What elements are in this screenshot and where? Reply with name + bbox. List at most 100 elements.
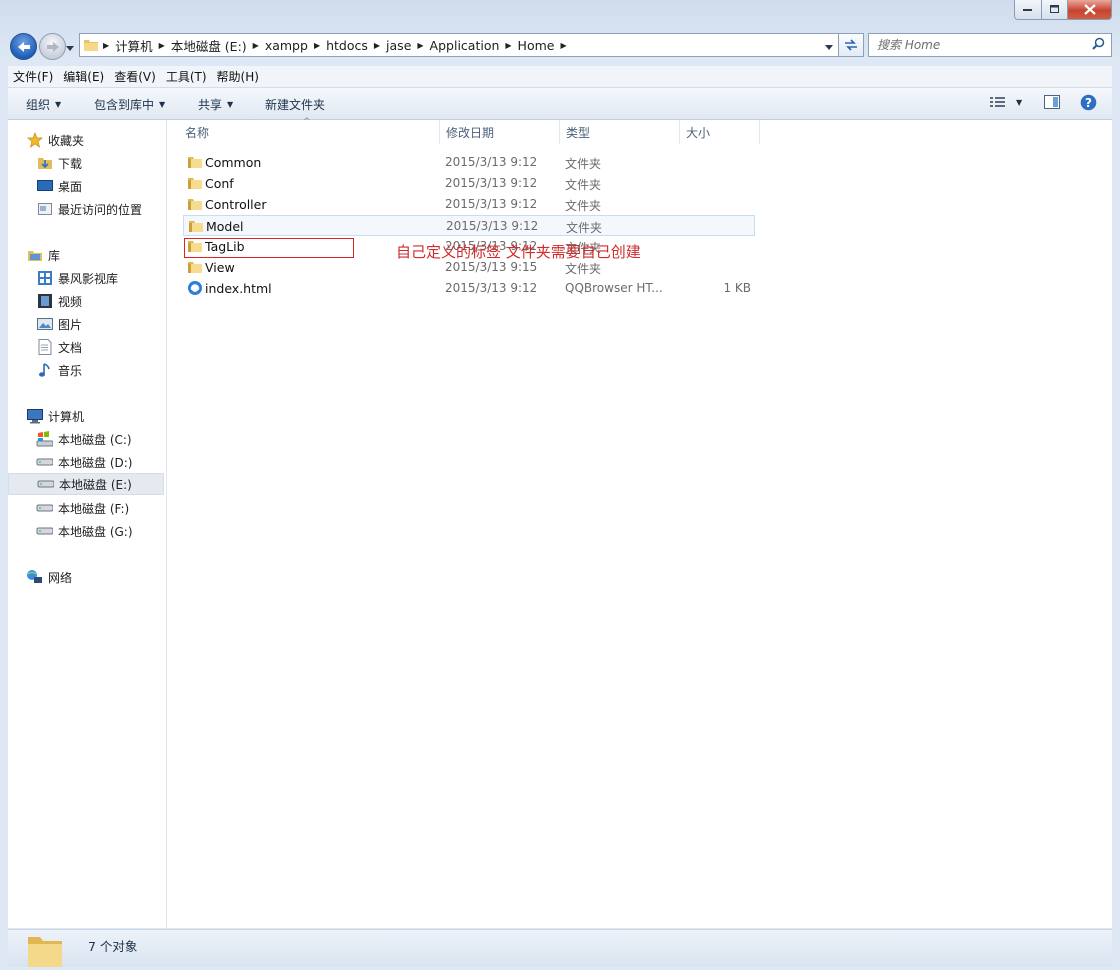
file-type: 文件夹 [565, 178, 602, 192]
search-box[interactable] [868, 33, 1112, 57]
breadcrumb-item[interactable]: 计算机 [111, 36, 157, 55]
folder-icon [83, 37, 99, 53]
breadcrumb-separator-icon[interactable]: ▶ [312, 41, 322, 50]
sidebar-item-label: 本地磁盘 (G:) [58, 524, 133, 539]
documents-icon [36, 339, 53, 355]
file-modified: 2015/3/13 9:12 [445, 197, 538, 211]
breadcrumb-separator-icon[interactable]: ▶ [503, 41, 513, 50]
status-bar: 7 个对象 [8, 929, 1112, 967]
breadcrumb-separator-icon[interactable]: ▶ [372, 41, 382, 50]
music-icon [36, 362, 53, 378]
forward-arrow-icon [46, 41, 59, 52]
sidebar-item-label: 本地磁盘 (D:) [58, 455, 133, 470]
close-icon [1083, 4, 1096, 15]
downloads-folder-icon [36, 155, 53, 171]
sidebar-item-downloads[interactable]: 下载 [36, 152, 82, 174]
column-modified-label: 修改日期 [446, 125, 495, 140]
menu-help[interactable]: 帮助(H) [212, 68, 264, 85]
breadcrumb-item[interactable]: Application [426, 38, 504, 53]
back-button[interactable] [10, 33, 37, 60]
folder-icon [187, 175, 203, 193]
breadcrumb-item[interactable]: htdocs [322, 38, 372, 53]
sidebar-libraries-label: 库 [48, 248, 61, 263]
view-options-button[interactable]: ▼ [990, 96, 1022, 109]
chevron-down-icon: ▼ [55, 100, 62, 109]
breadcrumb-item[interactable]: jase [382, 38, 415, 53]
sidebar-item-baofeng[interactable]: 暴风影视库 [36, 267, 118, 289]
menu-tools[interactable]: 工具(T) [161, 68, 212, 85]
sidebar-item-drive-d[interactable]: 本地磁盘 (D:) [36, 451, 132, 473]
refresh-button[interactable] [838, 33, 864, 57]
sidebar-item-drive-e[interactable]: 本地磁盘 (E:) [8, 473, 164, 495]
sidebar-computer-label: 计算机 [48, 409, 85, 424]
search-input[interactable] [877, 37, 1082, 53]
sidebar-item-videos[interactable]: 视频 [36, 290, 82, 312]
html-file-icon [187, 280, 203, 299]
include-library-button[interactable]: 包含到库中 ▼ [94, 96, 165, 113]
file-row[interactable]: Conf 2015/3/13 9:12 文件夹 [183, 173, 755, 194]
breadcrumb-item[interactable]: xampp [261, 38, 312, 53]
file-type: 文件夹 [565, 157, 602, 171]
maximize-button[interactable] [1042, 0, 1068, 20]
annotation-text: 自己定义的标签 文件夹需要自己创建 [396, 243, 641, 261]
close-button[interactable] [1068, 0, 1112, 20]
breadcrumb-separator-icon[interactable]: ▶ [415, 41, 425, 50]
new-folder-button[interactable]: 新建文件夹 [265, 96, 325, 113]
explorer-window: ▶ 计算机 ▶ 本地磁盘 (E:) ▶ xampp ▶ htdocs ▶ jase ▶ Applica… [0, 0, 1120, 967]
preview-pane-icon [1044, 95, 1060, 109]
file-name: index.html [205, 281, 272, 296]
address-bar[interactable]: ▶ 计算机 ▶ 本地磁盘 (E:) ▶ xampp ▶ htdocs ▶ jase ▶ Applica… [79, 33, 839, 57]
menu-edit[interactable]: 编辑(E) [58, 68, 109, 85]
caption-buttons [1014, 0, 1112, 20]
navigation-bar: ▶ 计算机 ▶ 本地磁盘 (E:) ▶ xampp ▶ htdocs ▶ jase ▶ Applica… [0, 29, 1120, 63]
menu-view[interactable]: 查看(V) [109, 68, 161, 85]
help-button[interactable]: ? [1080, 94, 1097, 111]
sort-ascending-icon: ^ [303, 117, 311, 127]
column-name-label: 名称 [185, 125, 210, 140]
column-header-size[interactable]: 大小 [680, 120, 760, 144]
recent-places-icon [36, 201, 53, 217]
breadcrumb-separator-icon[interactable]: ▶ [101, 41, 111, 50]
preview-pane-button[interactable] [1044, 95, 1061, 110]
sidebar-favorites-label: 收藏夹 [48, 133, 85, 148]
breadcrumb-separator-icon[interactable]: ▶ [157, 41, 167, 50]
column-header-type[interactable]: 类型 [560, 120, 680, 144]
sidebar-item-label: 图片 [58, 317, 83, 332]
breadcrumb-item[interactable]: Home [514, 38, 559, 53]
file-row[interactable]: Controller 2015/3/13 9:12 文件夹 [183, 194, 755, 215]
video-icon [36, 293, 53, 309]
chevron-down-icon: ▼ [1016, 98, 1023, 107]
share-button[interactable]: 共享 ▼ [198, 96, 233, 113]
maximize-icon [1049, 5, 1059, 13]
breadcrumb-item[interactable]: 本地磁盘 (E:) [167, 36, 251, 55]
column-header-name[interactable]: 名称 ^ [179, 117, 440, 144]
sidebar-item-recent-places[interactable]: 最近访问的位置 [36, 198, 142, 220]
file-type: 文件夹 [566, 221, 603, 235]
sidebar-item-documents[interactable]: 文档 [36, 336, 82, 358]
sidebar-item-desktop[interactable]: 桌面 [36, 175, 82, 197]
sidebar-item-drive-c[interactable]: 本地磁盘 (C:) [36, 428, 132, 450]
forward-button[interactable] [39, 33, 66, 60]
sidebar-favorites[interactable]: 收藏夹 [26, 129, 84, 151]
recent-pages-dropdown[interactable] [66, 41, 75, 55]
column-header-modified[interactable]: 修改日期 [440, 120, 560, 144]
file-row[interactable]: Model 2015/3/13 9:12 文件夹 [183, 215, 755, 236]
menu-file[interactable]: 文件(F) [8, 68, 58, 85]
sidebar-item-drive-g[interactable]: 本地磁盘 (G:) [36, 520, 133, 542]
file-row[interactable]: index.html 2015/3/13 9:12 QQBrowser HT... 1… [183, 278, 755, 299]
breadcrumb-separator-icon[interactable]: ▶ [251, 41, 261, 50]
breadcrumb-separator-icon[interactable]: ▶ [558, 41, 568, 50]
sidebar-item-music[interactable]: 音乐 [36, 359, 82, 381]
minimize-button[interactable] [1014, 0, 1042, 20]
search-icon [1092, 37, 1105, 53]
sidebar-libraries[interactable]: 库 [26, 244, 60, 266]
sidebar-network[interactable]: 网络 [26, 566, 72, 588]
sidebar-item-drive-f[interactable]: 本地磁盘 (F:) [36, 497, 129, 519]
include-library-label: 包含到库中 [94, 98, 155, 112]
organize-button[interactable]: 组织 ▼ [26, 96, 61, 113]
file-row[interactable]: Common 2015/3/13 9:12 文件夹 [183, 152, 755, 173]
file-list-pane: 名称 ^ 修改日期 类型 大小 Common 2015/3/13 9:12 文件夹 C… [167, 117, 1112, 928]
address-history-dropdown[interactable] [825, 40, 834, 54]
sidebar-item-pictures[interactable]: 图片 [36, 313, 82, 335]
sidebar-computer[interactable]: 计算机 [26, 405, 84, 427]
